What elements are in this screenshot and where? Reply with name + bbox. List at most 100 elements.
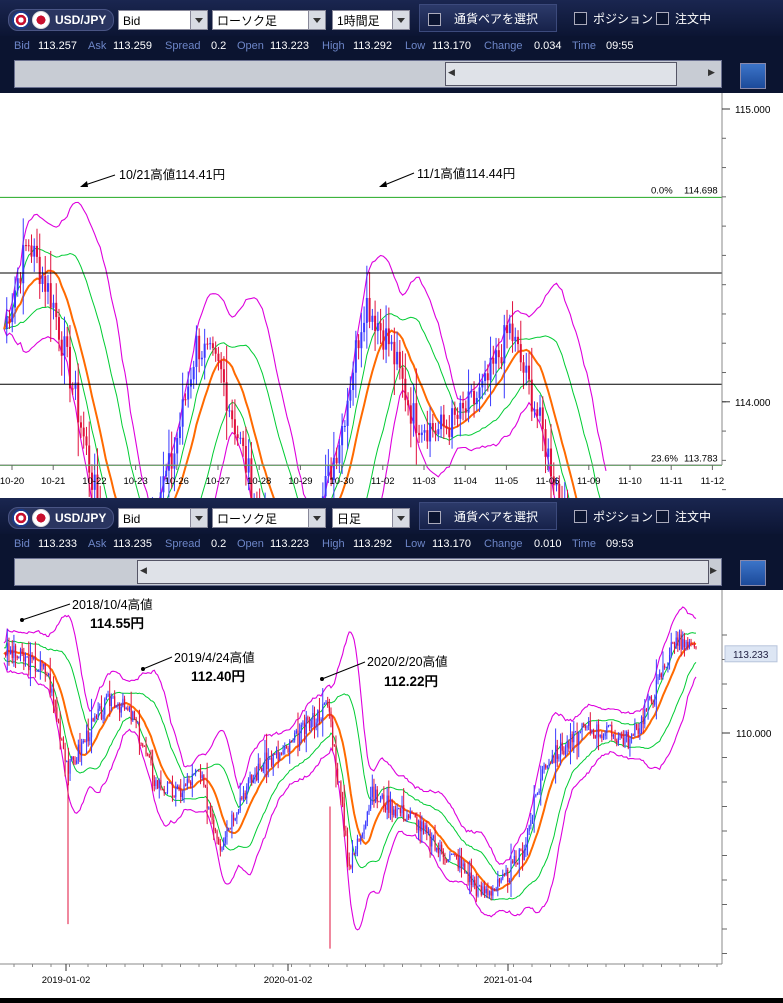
- candle-body: [447, 859, 449, 862]
- x-axis-label: 10-26: [165, 476, 189, 487]
- currency-pair-badge[interactable]: USD/JPY: [8, 507, 114, 529]
- arrow-left-icon[interactable]: ◀: [140, 565, 147, 576]
- navigator-window[interactable]: [445, 62, 677, 86]
- candle-body: [217, 353, 220, 362]
- chart-type-select[interactable]: ローソク足: [212, 508, 326, 528]
- candle-body: [387, 328, 390, 345]
- candle-body: [596, 724, 598, 739]
- candle-body: [170, 782, 172, 784]
- candle-body: [133, 711, 136, 719]
- candle-body: [446, 860, 448, 862]
- candle-body: [228, 828, 230, 830]
- arrow-head: [379, 181, 387, 187]
- candle-body: [507, 869, 509, 882]
- arrow-left-icon[interactable]: ◀: [448, 67, 455, 78]
- candle-body: [376, 789, 378, 802]
- candle-body: [214, 829, 216, 832]
- candle-body: [206, 343, 209, 345]
- candle-body: [46, 673, 48, 675]
- candle-body: [451, 408, 454, 438]
- spread-label: Spread: [165, 538, 201, 550]
- annotation-value: 112.22円: [384, 674, 438, 689]
- candle-body: [683, 639, 686, 648]
- select-pair-button[interactable]: 通貨ペアを選択: [419, 502, 557, 530]
- candle-body: [312, 712, 314, 720]
- order-checkbox[interactable]: [656, 510, 669, 523]
- candle-body: [66, 336, 69, 347]
- timeframe-select[interactable]: 1時間足: [332, 10, 410, 30]
- candle-body: [236, 434, 239, 439]
- arrow-right-icon[interactable]: ▶: [708, 67, 715, 78]
- candle-body: [166, 782, 169, 793]
- price-type-select[interactable]: Bid: [118, 508, 208, 528]
- arrow-right-icon[interactable]: ▶: [710, 565, 717, 576]
- x-axis-label: 2019-01-02: [42, 975, 91, 986]
- candle-body: [635, 724, 638, 729]
- candle-body: [357, 340, 360, 349]
- candle-body: [318, 710, 321, 721]
- x-axis-label: 11-12: [701, 476, 725, 487]
- candle-body: [320, 719, 322, 721]
- candle-body: [531, 817, 534, 821]
- position-checkbox[interactable]: [574, 12, 587, 25]
- arrow-head: [20, 618, 24, 622]
- open-label: Open: [237, 538, 264, 550]
- chart-navigator[interactable]: ◀ ▶: [14, 60, 722, 88]
- candle-body: [455, 855, 458, 858]
- candle-body: [47, 673, 50, 675]
- candle-body: [440, 414, 443, 430]
- candle-body: [535, 794, 537, 797]
- candle-body: [665, 667, 667, 669]
- select-pair-label: 通貨ペアを選択: [454, 12, 539, 26]
- open-value: 113.223: [270, 40, 309, 52]
- usa-flag-icon: [12, 509, 30, 527]
- candle-body: [307, 717, 309, 721]
- candle-body: [107, 693, 109, 697]
- candle-body: [513, 855, 515, 863]
- timeframe-select[interactable]: 日足: [332, 508, 410, 528]
- position-checkbox[interactable]: [574, 510, 587, 523]
- select-pair-button[interactable]: 通貨ペアを選択: [419, 4, 557, 32]
- candle-body: [685, 641, 687, 648]
- candle-body: [655, 680, 657, 700]
- candle-body: [19, 648, 22, 657]
- candle-body: [632, 734, 634, 736]
- candle-body: [452, 853, 454, 855]
- candle-body: [68, 346, 71, 389]
- price-type-select[interactable]: Bid: [118, 10, 208, 30]
- candle-body: [315, 722, 317, 727]
- bollinger-lower-line: [3, 662, 697, 931]
- low-label: Low: [405, 538, 426, 550]
- navigator-window[interactable]: [137, 560, 709, 584]
- candle-body: [457, 857, 459, 869]
- candle-body: [495, 350, 498, 364]
- candle-body: [500, 357, 503, 364]
- candle-body: [419, 820, 421, 832]
- candle-body: [687, 641, 689, 648]
- candle-body: [642, 716, 644, 725]
- candle-body: [416, 816, 418, 831]
- open-label: Open: [237, 40, 264, 52]
- expand-icon[interactable]: [740, 560, 766, 586]
- order-checkbox[interactable]: [656, 12, 669, 25]
- chart-navigator[interactable]: ◀ ▶: [14, 558, 722, 586]
- candle-body: [285, 746, 288, 749]
- candle-body: [484, 373, 487, 382]
- currency-pair-badge[interactable]: USD/JPY: [8, 9, 114, 31]
- candle-body: [26, 656, 28, 658]
- candle-body: [505, 869, 507, 876]
- candle-body: [61, 738, 63, 740]
- x-axis-label: 10-22: [82, 476, 106, 487]
- candle-body: [333, 744, 335, 746]
- candle-body: [591, 729, 593, 733]
- arrow-head: [320, 677, 324, 681]
- candle-body: [244, 446, 247, 473]
- x-axis-label: 11-05: [495, 476, 519, 487]
- candle-body: [241, 797, 243, 799]
- candle-body: [115, 706, 117, 708]
- zoom-icon[interactable]: [740, 63, 766, 89]
- candle-body: [77, 744, 79, 761]
- candle-body: [114, 696, 116, 708]
- candle-body: [52, 302, 55, 308]
- chart-type-select[interactable]: ローソク足: [212, 10, 326, 30]
